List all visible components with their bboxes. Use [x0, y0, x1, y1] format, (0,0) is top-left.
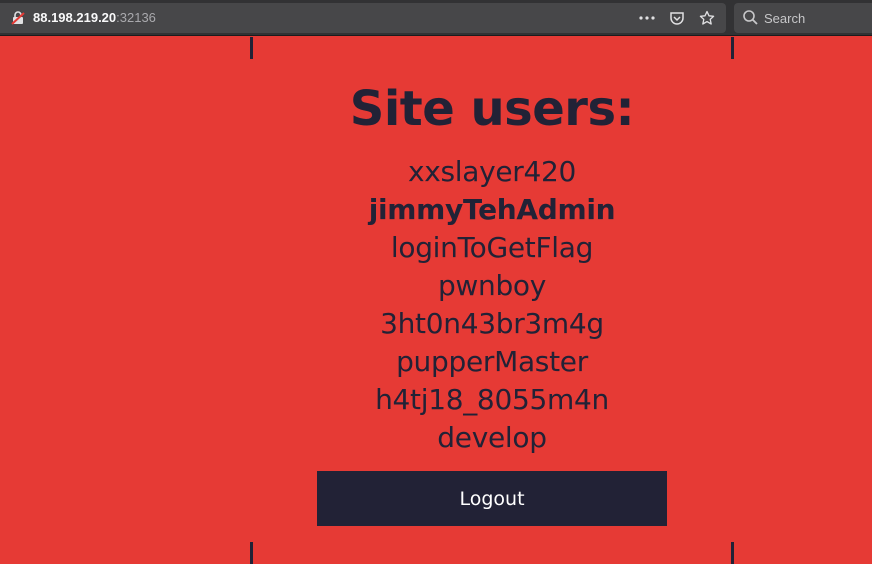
divider-tick	[731, 37, 734, 59]
user-list-item: 3ht0n43br3m4g	[380, 307, 604, 340]
user-list-item: pwnboy	[437, 269, 547, 302]
browser-toolbar: 88.198.219.20:32136	[0, 0, 872, 36]
page-actions-icon[interactable]	[638, 9, 656, 27]
logout-button[interactable]: Logout	[317, 471, 667, 526]
divider-tick	[731, 542, 734, 564]
pocket-icon[interactable]	[668, 9, 686, 27]
divider-tick	[250, 542, 253, 564]
user-list-item: jimmyTehAdmin	[368, 193, 616, 226]
search-icon	[742, 9, 760, 27]
search-bar[interactable]	[734, 3, 872, 33]
address-bar[interactable]: 88.198.219.20:32136	[0, 3, 726, 33]
user-list-item: h4tj18_8055m4n	[375, 383, 609, 416]
page-title: Site users:	[349, 81, 635, 137]
user-list-item: develop	[437, 421, 547, 454]
user-list-item: pupperMaster	[396, 345, 588, 378]
user-list: xxslayer420 jimmyTehAdmin loginToGetFlag pw…	[251, 153, 733, 457]
user-list-item: xxslayer420	[407, 155, 577, 188]
url-host: 88.198.219.20	[33, 10, 117, 25]
search-input[interactable]	[764, 8, 872, 28]
divider-tick	[250, 37, 253, 59]
insecure-lock-icon[interactable]	[10, 10, 26, 26]
page-body: Site users: xxslayer420 jimmyTehAdmin logi…	[0, 37, 872, 564]
url-text[interactable]: 88.198.219.20:32136	[33, 10, 156, 25]
bookmark-star-icon[interactable]	[698, 9, 716, 27]
user-list-item: loginToGetFlag	[390, 231, 594, 264]
url-port: :32136	[116, 10, 156, 25]
